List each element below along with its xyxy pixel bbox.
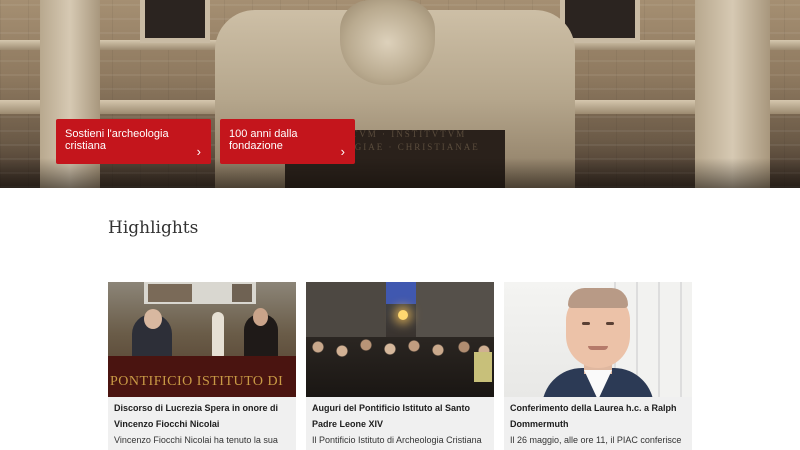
card-excerpt: Il 26 maggio, alle ore 11, il PIAC confe… — [510, 435, 682, 445]
cta-label: 100 anni dalla fondazione — [229, 128, 298, 152]
portrait-eye — [582, 322, 590, 325]
hero-coat-of-arms — [340, 0, 435, 85]
portrait-mouth — [588, 346, 608, 350]
building — [306, 282, 386, 342]
night-sky — [386, 282, 416, 304]
crowd — [306, 337, 494, 397]
projection-screen — [144, 282, 256, 304]
street-lamp — [398, 310, 408, 320]
chevron-right-icon: › — [340, 144, 345, 159]
card-photo[interactable]: PONTIFICIO ISTITUTO DI — [108, 282, 296, 397]
speaker-head — [144, 309, 162, 329]
card-excerpt: Vincenzo Fiocchi Nicolai ha tenuto la su… — [114, 435, 278, 445]
support-christian-archaeology-button[interactable]: Sostieni l'archeologia cristiana › — [56, 119, 211, 164]
person-in-vest — [474, 352, 492, 382]
portrait-hair — [568, 288, 628, 308]
card-title[interactable]: Discorso di Lucrezia Spera in onore di V… — [114, 400, 292, 432]
highlight-card[interactable]: Auguri del Pontificio Istituto al Santo … — [306, 282, 494, 450]
cta-label: Sostieni l'archeologia cristiana — [65, 128, 169, 152]
centenary-button[interactable]: 100 anni dalla fondazione › — [220, 119, 355, 164]
highlight-card[interactable]: Conferimento della Laurea h.c. a Ralph D… — [504, 282, 692, 450]
card-title[interactable]: Conferimento della Laurea h.c. a Ralph D… — [510, 400, 688, 432]
photo-table-lettering: PONTIFICIO ISTITUTO DI — [110, 374, 284, 389]
card-excerpt: Il Pontificio Istituto di Archeologia Cr… — [312, 435, 482, 445]
highlight-card[interactable]: PONTIFICIO ISTITUTO DI Discorso di Lucre… — [108, 282, 296, 450]
hero-window — [140, 0, 210, 43]
building — [416, 282, 494, 344]
card-photo[interactable] — [504, 282, 692, 397]
highlights-heading: Highlights — [108, 218, 199, 238]
card-photo[interactable] — [306, 282, 494, 397]
portrait-eye — [606, 322, 614, 325]
speaker-head — [253, 308, 268, 326]
chevron-right-icon: › — [196, 144, 201, 159]
card-title[interactable]: Auguri del Pontificio Istituto al Santo … — [312, 400, 490, 432]
statue — [212, 312, 224, 357]
